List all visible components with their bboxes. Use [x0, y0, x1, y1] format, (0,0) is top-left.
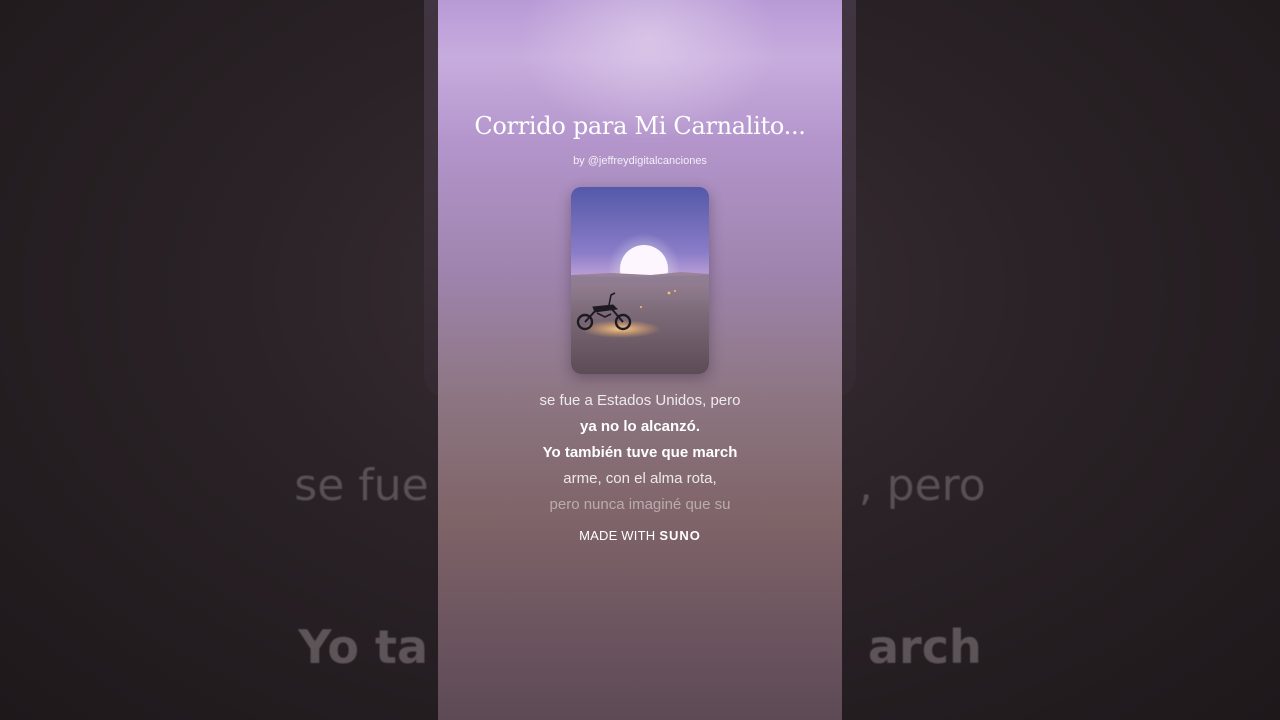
made-with-label: MADE WITH — [579, 528, 656, 543]
lyric-line: arme, con el alma rota, — [563, 470, 717, 487]
lyric-panel: Corrido para Mi Carnalito... by @jeffrey… — [438, 0, 842, 720]
lyric-line-current: ya no lo alcanzó. — [579, 418, 701, 435]
lyric-line-upcoming: pero nunca imaginé que su — [549, 496, 731, 513]
video-frame: se fue, pero Yo ta arch Corrido para Mi C… — [0, 0, 1280, 720]
lyric-line-current: Yo también tuve que march — [542, 444, 738, 461]
lyric-line: se fue a Estados Unidos, pero — [539, 392, 741, 409]
artist-byline: by @jeffreydigitalcanciones — [573, 155, 707, 167]
suno-logo: SUNO — [659, 528, 701, 543]
cover-art-image — [571, 187, 709, 374]
song-title: Corrido para Mi Carnalito... — [474, 112, 806, 140]
lyrics-block: se fue a Estados Unidos, pero ya no lo a… — [438, 388, 842, 518]
made-with-suno-badge: MADE WITH SUNO — [438, 528, 842, 543]
